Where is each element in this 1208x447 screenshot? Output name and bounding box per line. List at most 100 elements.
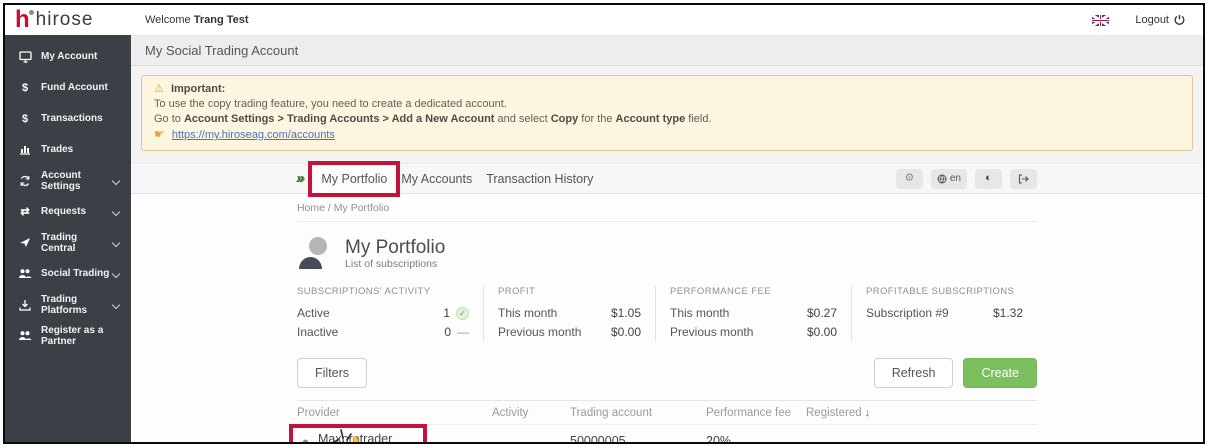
column-activity: Activity (492, 407, 529, 419)
column-performance-fee: Performance fee (706, 407, 792, 419)
sidebar-item-label: Register as a Partner (41, 324, 104, 347)
portfolio-heading: My Portfolio List of subscriptions (297, 236, 1037, 270)
sidebar-item-trading-platforms[interactable]: Trading Platforms (5, 289, 131, 320)
sidebar-item-my-account[interactable]: My Account (5, 41, 131, 72)
chevron-down-icon (111, 238, 121, 247)
breadcrumb-current: My Portfolio (333, 202, 390, 214)
stat-value: $0.00 (806, 325, 837, 339)
chevron-down-icon (111, 300, 121, 309)
portfolio-subtitle: List of subscriptions (345, 257, 438, 270)
notice-text: Go to (154, 113, 184, 125)
language-label: en (949, 173, 961, 184)
accounts-link[interactable]: https://my.hiroseag.com/accounts (172, 129, 335, 141)
check-circle-icon: ✓ (456, 307, 469, 320)
notice-copy: Copy (550, 113, 579, 125)
notice-field: Account type (615, 113, 686, 125)
top-header: h hirose Welcome Trang Test Logout (5, 5, 1203, 35)
stat-value: $1.05 (610, 306, 641, 320)
contrast-icon: ◐ (985, 172, 992, 184)
stat-label: Previous month (498, 325, 582, 339)
portfolio-title: My Portfolio (345, 236, 446, 258)
dash-icon: — (457, 325, 469, 339)
download-icon (17, 299, 33, 311)
dollar-icon: $ (21, 112, 29, 125)
language-button[interactable]: en (930, 168, 967, 189)
notice-line2: Go to Account Settings > Trading Account… (154, 112, 1180, 127)
stat-label: Inactive (297, 325, 339, 339)
performance-fee-value: 20% (706, 434, 732, 442)
sidebar-item-register-partner[interactable]: Register as a Partner (5, 320, 131, 351)
notice-text: field. (685, 113, 712, 125)
stat-label: Subscription #9 (866, 306, 949, 320)
notice-text: and select (494, 113, 551, 125)
sort-desc-icon: ↓ (864, 407, 871, 419)
sidebar-item-trades[interactable]: Trades (5, 134, 131, 165)
sidebar-item-label: Requests (41, 206, 87, 217)
welcome-username: Trang Test (193, 14, 249, 26)
column-provider: Provider (297, 407, 340, 419)
table-header-row: Provider Activity Trading account Perfor… (297, 400, 1037, 424)
table-toolbar: Filters Refresh Create (297, 358, 1037, 388)
people-icon (17, 268, 33, 279)
sidebar-item-label: Trading Platforms (41, 293, 88, 316)
hirose-mark-icon: » (297, 170, 306, 187)
app-window: h hirose Welcome Trang Test Logout My Ac… (3, 3, 1205, 444)
welcome-prefix: Welcome (145, 14, 191, 26)
sidebar-item-account-settings[interactable]: Account Settings (5, 165, 131, 196)
content-panel: Home / My Portfolio My Portfolio List of… (131, 194, 1203, 442)
provider-avatar-icon (302, 439, 309, 442)
stats-summary: SUBSCRIPTIONS' ACTIVITY Active 1 ✓ Inacti… (297, 286, 1037, 342)
refresh-button[interactable]: Refresh (873, 358, 954, 388)
provider-name-link[interactable]: Maxprotrader (318, 432, 392, 442)
sidebar-item-label: Account Settings (41, 169, 81, 192)
hirose-logo[interactable]: h hirose (5, 6, 131, 33)
tab-my-accounts[interactable]: My Accounts (394, 166, 479, 192)
pointing-finger-icon: ☛ (154, 127, 165, 141)
sidebar-item-transactions[interactable]: $ Transactions (5, 103, 131, 134)
exit-button[interactable] (1010, 168, 1037, 189)
theme-toggle-button[interactable]: ◐ (975, 168, 1002, 189)
settings-button[interactable]: ⚙ (895, 168, 923, 189)
welcome-text: Welcome Trang Test (145, 14, 249, 26)
tab-my-portfolio[interactable]: My Portfolio (308, 160, 401, 197)
sync-settings-icon (17, 175, 33, 187)
notice-title: Important: (170, 83, 226, 95)
breadcrumb-home[interactable]: Home (297, 202, 325, 214)
stat-value: 1 (443, 306, 450, 320)
uk-flag-icon[interactable] (1092, 14, 1110, 26)
power-icon (1174, 15, 1185, 25)
create-button[interactable]: Create (963, 358, 1037, 388)
column-registered[interactable]: Registered ↓ (806, 407, 987, 419)
column-trading-account: Trading account (570, 407, 653, 419)
sidebar-item-fund-account[interactable]: $ Fund Account (5, 72, 131, 103)
expand-row-icon[interactable]: » (1023, 439, 1037, 442)
column-label: Registered (806, 407, 862, 419)
tab-transaction-history[interactable]: Transaction History (479, 166, 600, 192)
sidebar-item-label: Trades (41, 144, 74, 155)
stat-subscriptions-activity: SUBSCRIPTIONS' ACTIVITY Active 1 ✓ Inacti… (297, 286, 483, 342)
sidebar-item-trading-central[interactable]: Trading Central (5, 227, 131, 258)
table-row[interactable]: Maxprotrader #9 Active ☝ (289, 424, 1037, 442)
gear-icon: ⚙ (904, 172, 915, 184)
sidebar-nav: My Account $ Fund Account $ Transactions… (5, 35, 131, 442)
sidebar-item-social-trading[interactable]: Social Trading (5, 258, 131, 289)
dollar-icon: $ (21, 81, 29, 94)
logout-button[interactable]: Logout (1135, 14, 1185, 26)
sidebar-item-label: Trading Central (41, 231, 78, 254)
dart-icon (17, 237, 33, 248)
page-title: My Social Trading Account (131, 35, 1203, 66)
sidebar-item-label: Fund Account (41, 82, 108, 93)
chevron-down-icon (111, 207, 121, 216)
stat-header: PERFORMANCE FEE (670, 286, 772, 297)
hirose-logo-text: hirose (35, 9, 94, 30)
people-icon (17, 330, 33, 341)
sidebar-item-requests[interactable]: ⇄ Requests (5, 196, 131, 227)
globe-icon (937, 174, 947, 183)
hirose-logo-mark-icon: h (15, 6, 34, 33)
main-area: My Social Trading Account ⚠ Important: T… (131, 35, 1203, 442)
filters-button[interactable]: Filters (297, 358, 368, 388)
notice-line1: To use the copy trading feature, you nee… (154, 98, 507, 110)
sidebar-item-label: My Account (41, 51, 98, 62)
stat-profit: PROFIT This month $1.05 Previous month $0.… (483, 286, 655, 342)
logout-label: Logout (1135, 14, 1169, 26)
